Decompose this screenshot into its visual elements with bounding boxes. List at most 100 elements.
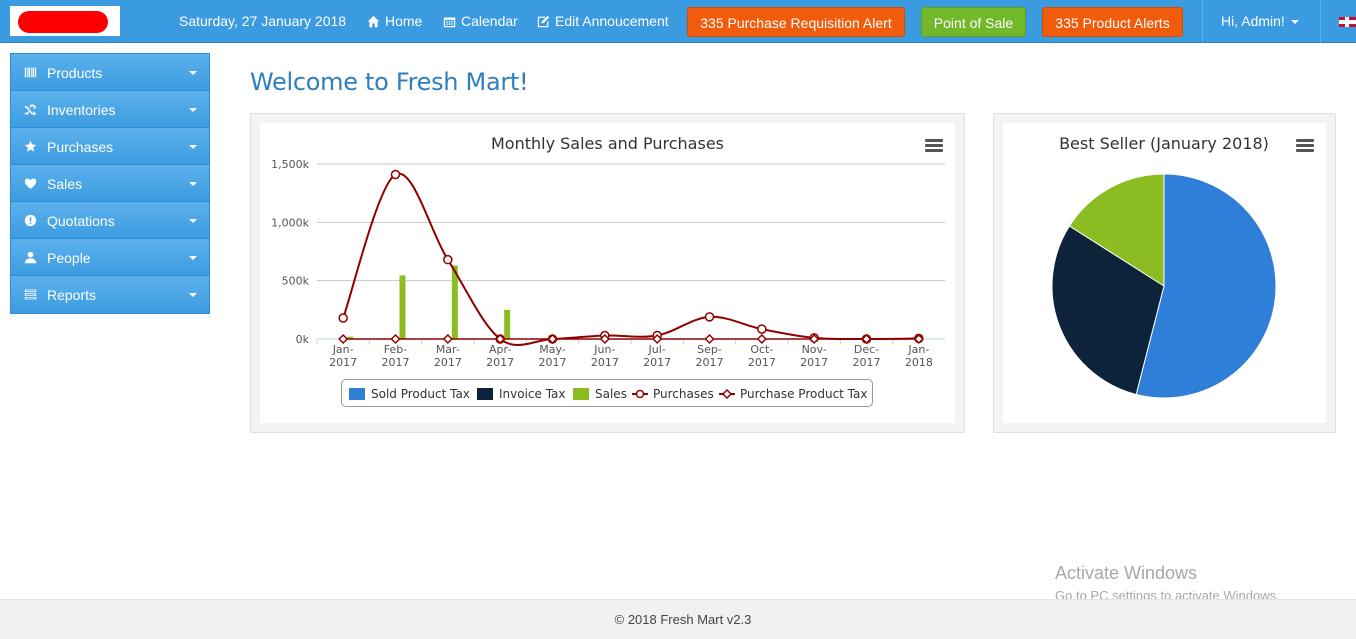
x-tick-label: Apr- [489, 343, 511, 356]
footer: © 2018 Fresh Mart v2.3 [0, 599, 1356, 639]
home-label: Home [385, 13, 423, 29]
heart-icon [24, 177, 37, 190]
sidebar-item-purchases[interactable]: Purchases [11, 128, 209, 165]
chevron-down-icon [189, 256, 197, 260]
edit-icon [537, 15, 550, 27]
current-date: Saturday, 27 January 2018 [179, 13, 347, 29]
calendar-icon [443, 16, 456, 27]
x-tick-label: 2018 [905, 356, 933, 369]
user-menu[interactable]: Hi, Admin! [1221, 13, 1299, 29]
chart-legend: Sold Product Tax Invoice Tax Sales Purch… [341, 379, 873, 407]
y-tick-label: 1,500k [271, 158, 309, 171]
x-tick-label: May- [539, 343, 566, 356]
sidebar: Products Inventories Purchases Sales Quo… [10, 53, 210, 314]
legend-swatch [477, 388, 493, 400]
x-tick-label: Jun- [593, 343, 615, 356]
barcode-icon [24, 66, 37, 79]
x-tick-label: 2017 [696, 356, 724, 369]
x-tick-label: Nov- [802, 343, 827, 356]
sidebar-item-sales[interactable]: Sales [11, 165, 209, 202]
x-tick-label: Jan- [332, 343, 354, 356]
point-purchase-product-tax [756, 333, 767, 345]
edit-announcement-link[interactable]: Edit Annoucement [537, 13, 669, 29]
top-navbar: Saturday, 27 January 2018 Home Calendar … [0, 0, 1356, 43]
exclamation-circle-icon [24, 214, 37, 227]
legend-item[interactable]: Purchases [632, 387, 714, 401]
legend-swatch [719, 388, 735, 400]
sidebar-item-label: Purchases [47, 139, 114, 155]
home-link[interactable]: Home [367, 13, 422, 29]
shuffle-icon [24, 103, 37, 116]
best-seller-panel: Best Seller (January 2018) [993, 113, 1336, 433]
navbar-divider [1320, 0, 1321, 43]
point-purchase-product-tax [338, 333, 349, 345]
line-purchases [342, 172, 919, 346]
star-icon [24, 140, 37, 153]
legend-label: Purchases [653, 387, 714, 401]
point-purchase-product-tax [704, 333, 715, 345]
legend-swatch [349, 388, 365, 400]
sidebar-item-label: People [47, 250, 91, 266]
x-tick-label: Mar- [436, 343, 460, 356]
x-tick-label: 2017 [382, 356, 410, 369]
sidebar-item-label: Sales [47, 176, 83, 192]
x-tick-label: 2017 [748, 356, 776, 369]
sidebar-item-label: Quotations [47, 213, 115, 229]
x-tick-label: 2017 [434, 356, 462, 369]
sidebar-item-reports[interactable]: Reports [11, 276, 209, 313]
x-tick-label: 2017 [591, 356, 619, 369]
x-tick-label: Sep- [697, 343, 722, 356]
point-purchases [390, 169, 401, 180]
chevron-down-icon [189, 293, 197, 297]
home-icon [367, 15, 380, 27]
chevron-down-icon [189, 71, 197, 75]
point-purchases [338, 313, 348, 323]
list-icon [24, 288, 37, 301]
navbar-divider [1202, 0, 1203, 43]
x-tick-label: 2017 [539, 356, 567, 369]
legend-label: Sold Product Tax [371, 387, 470, 401]
sidebar-item-label: Inventories [47, 102, 116, 118]
sidebar-item-inventories[interactable]: Inventories [11, 91, 209, 128]
x-tick-label: Jan- [907, 343, 929, 356]
point-purchases [704, 312, 715, 322]
x-tick-label: 2017 [853, 356, 881, 369]
x-tick-label: 2017 [486, 356, 514, 369]
sidebar-item-products[interactable]: Products [11, 54, 209, 91]
activate-windows-title: Activate Windows [1055, 563, 1198, 583]
user-icon [24, 251, 37, 264]
calendar-link[interactable]: Calendar [443, 13, 518, 29]
bar-sales [399, 275, 406, 339]
chevron-down-icon [189, 182, 197, 186]
sidebar-item-quotations[interactable]: Quotations [11, 202, 209, 239]
point-purchase-product-tax [390, 333, 401, 345]
legend-item[interactable]: Purchase Product Tax [719, 387, 867, 401]
x-tick-label: Dec- [854, 343, 879, 356]
chevron-down-icon [189, 219, 197, 223]
best-seller-chart: Best Seller (January 2018) [1003, 123, 1326, 423]
x-tick-label: Jul- [648, 343, 666, 356]
chevron-down-icon [189, 108, 197, 112]
sidebar-item-people[interactable]: People [11, 239, 209, 276]
x-tick-label: 2017 [329, 356, 357, 369]
x-tick-label: Feb- [384, 343, 407, 356]
logo[interactable] [10, 6, 120, 36]
legend-item[interactable]: Sold Product Tax [349, 387, 470, 401]
x-tick-label: Oct- [750, 343, 773, 356]
x-tick-label: 2017 [643, 356, 671, 369]
language-flag-icon[interactable] [1339, 17, 1356, 27]
y-tick-label: 500k [282, 275, 310, 288]
x-tick-label: 2017 [800, 356, 828, 369]
purchase-requisition-alert-button[interactable]: 335 Purchase Requisition Alert [687, 7, 905, 37]
legend-item[interactable]: Sales [573, 387, 627, 401]
chevron-down-icon [189, 145, 197, 149]
legend-label: Purchase Product Tax [740, 387, 868, 401]
legend-label: Sales [595, 387, 627, 401]
legend-swatch [573, 388, 589, 400]
monthly-chart-panel: Monthly Sales and Purchases 0k 500k 1,000k… [250, 113, 965, 433]
product-alerts-button[interactable]: 335 Product Alerts [1042, 7, 1183, 37]
sidebar-item-label: Reports [47, 287, 97, 303]
point-of-sale-button[interactable]: Point of Sale [921, 7, 1026, 37]
legend-item[interactable]: Invoice Tax [477, 387, 566, 401]
chevron-down-icon [1290, 20, 1299, 25]
